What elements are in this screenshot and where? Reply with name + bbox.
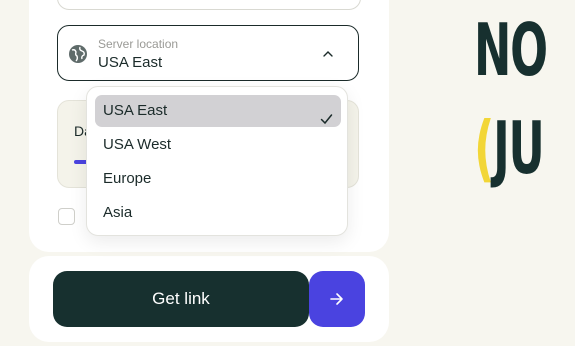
option-europe[interactable]: Europe <box>95 163 341 195</box>
server-location-select[interactable]: Server location USA East <box>57 25 359 81</box>
globe-icon <box>68 44 88 64</box>
option-label: USA East <box>103 102 168 119</box>
option-label: USA West <box>103 136 172 153</box>
option-label: Europe <box>103 170 152 187</box>
submit-arrow-button[interactable] <box>309 271 365 327</box>
check-icon <box>320 105 333 125</box>
chevron-up-icon[interactable] <box>322 47 334 59</box>
server-location-dropdown: USA East USA West Europe Asia <box>86 86 348 236</box>
option-usa-east[interactable]: USA East <box>95 95 341 127</box>
hero-heading-line1: NO <box>474 8 548 92</box>
server-location-value: USA East <box>98 54 163 71</box>
agree-checkbox[interactable] <box>58 208 75 225</box>
arrow-right-icon <box>328 291 346 307</box>
hero-line2-text: JU <box>493 106 545 190</box>
hero-heading-line2: (JU <box>474 112 545 184</box>
option-asia[interactable]: Asia <box>95 197 341 229</box>
hero-bracket: ( <box>474 106 494 190</box>
get-link-button[interactable]: Get link <box>53 271 309 327</box>
option-usa-west[interactable]: USA West <box>95 129 341 161</box>
previous-field[interactable] <box>57 0 361 10</box>
server-location-label: Server location <box>98 37 179 51</box>
option-label: Asia <box>103 204 133 221</box>
